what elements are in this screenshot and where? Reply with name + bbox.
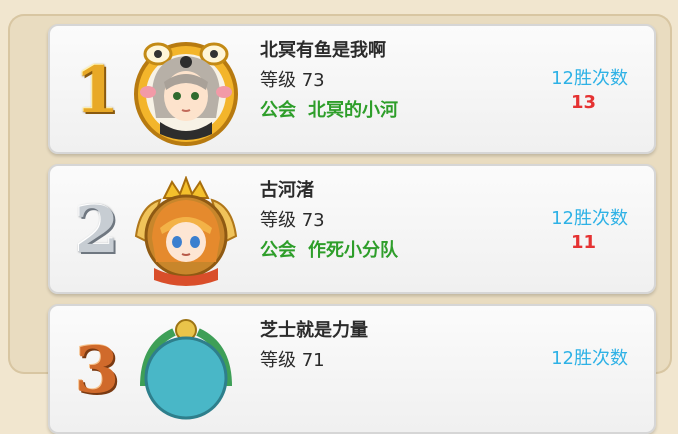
wins-label: 12胜次数	[551, 68, 628, 89]
player-guild: 公会 北冥的小河	[260, 96, 398, 122]
rank-number: 3	[74, 333, 120, 408]
player-guild: 公会 作死小分队	[260, 236, 398, 262]
guild-name: 北冥的小河	[308, 100, 398, 121]
player-avatar[interactable]	[130, 36, 242, 148]
guild-prefix: 公会	[260, 240, 296, 261]
wins-label: 12胜次数	[551, 348, 628, 369]
crown-frame-icon	[134, 176, 238, 286]
player-level: 等级 71	[260, 350, 325, 371]
avatar-portrait-icon	[134, 42, 238, 146]
player-name: 古河渚	[260, 180, 314, 201]
leaderboard-list[interactable]: 1 北冥有鱼是我啊 等级 73 公会 北冥的小河 12胜次数 13 2 古河渚 …	[0, 0, 678, 434]
player-avatar[interactable]	[130, 176, 242, 288]
wins-label: 12胜次数	[551, 208, 628, 229]
guild-prefix: 公会	[260, 100, 296, 121]
rank-number: 1	[74, 53, 120, 128]
laurel-frame-icon	[140, 319, 232, 420]
guild-name: 作死小分队	[308, 240, 398, 261]
player-name: 北冥有鱼是我啊	[260, 40, 386, 61]
wins-count: 11	[570, 232, 596, 253]
player-name: 芝士就是力量	[260, 320, 368, 341]
player-level: 等级 73	[260, 70, 325, 91]
rank-number: 2	[74, 193, 120, 268]
leaderboard-row[interactable]: 1 北冥有鱼是我啊 等级 73 公会 北冥的小河 12胜次数 13	[48, 24, 656, 154]
leaderboard-row[interactable]: 3 芝士就是力量 等级 71 12胜次数	[48, 304, 656, 434]
player-avatar[interactable]	[130, 316, 242, 428]
leaderboard-row[interactable]: 2 古河渚 等级 73 公会 作死小分队 12胜次数 11	[48, 164, 656, 294]
wins-count: 13	[570, 92, 596, 113]
player-level: 等级 73	[260, 210, 325, 231]
